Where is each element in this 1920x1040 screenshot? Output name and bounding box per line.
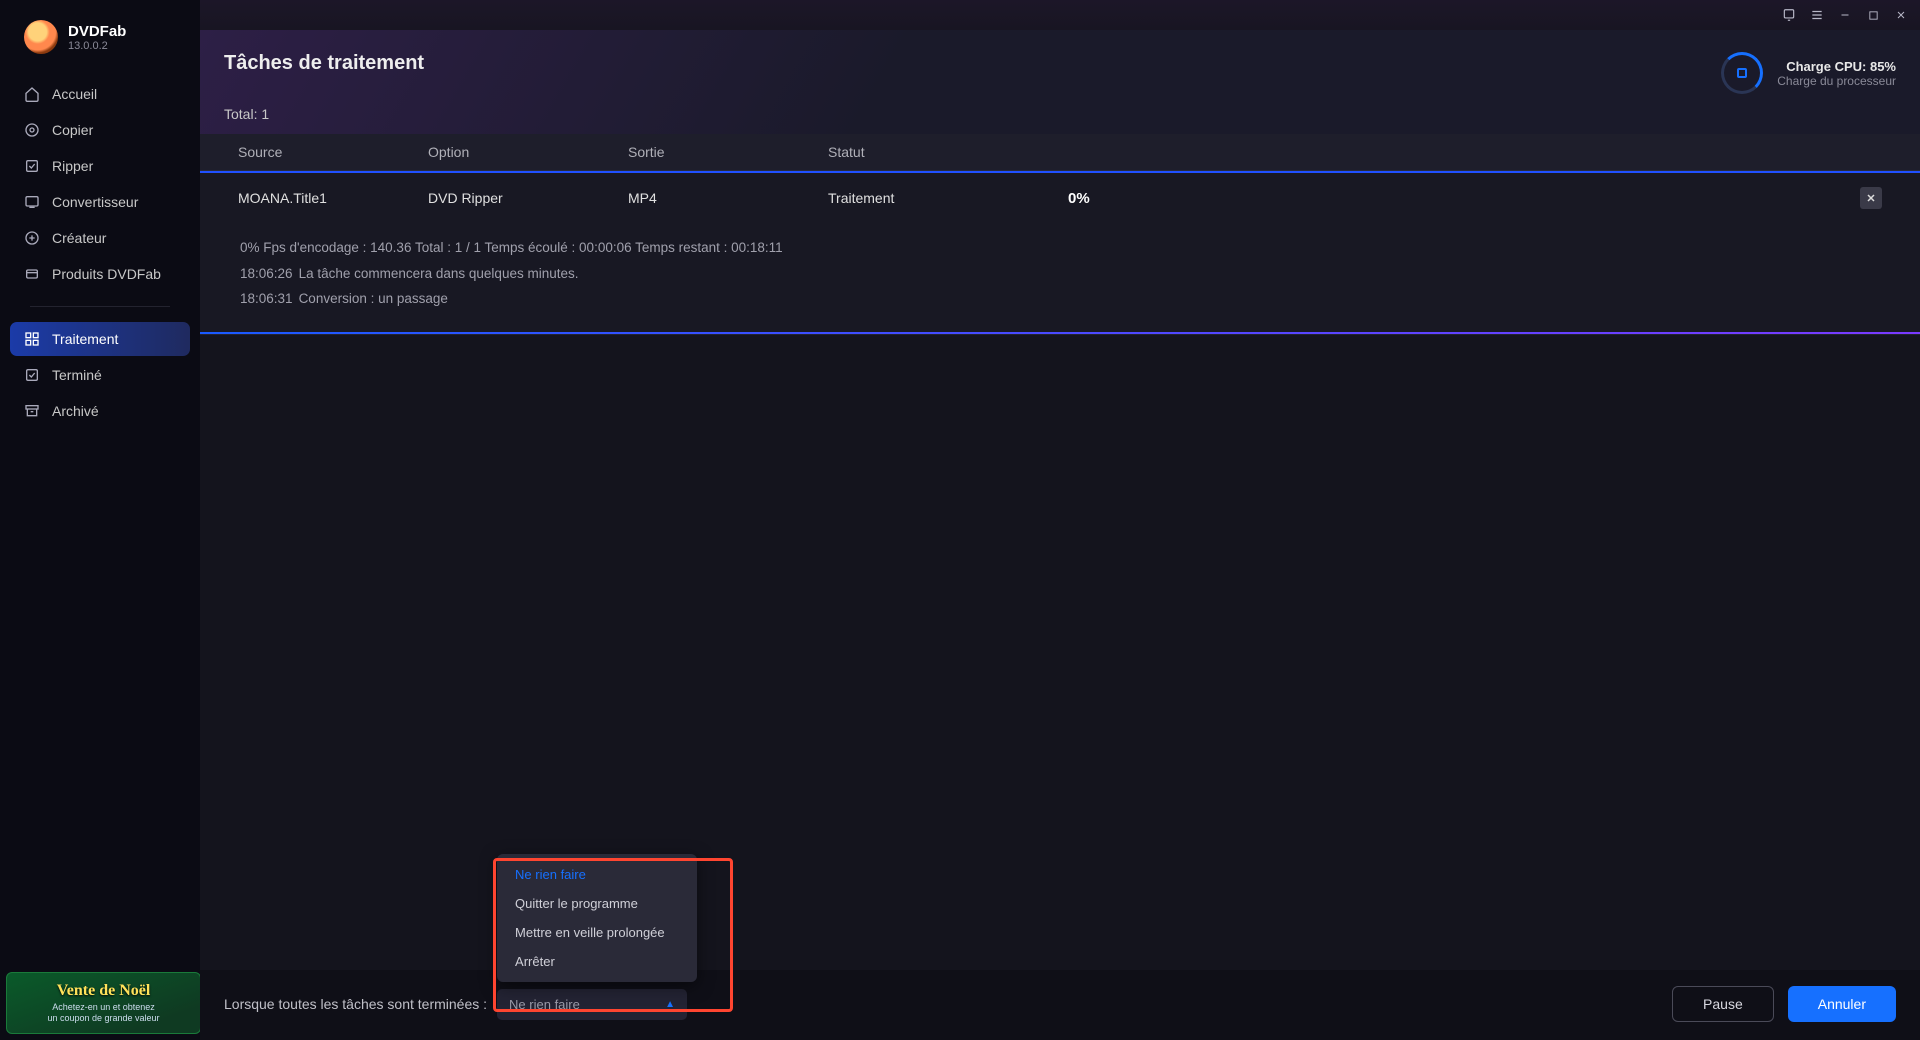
sidebar-item-label: Produits DVDFab <box>52 266 161 282</box>
sidebar-divider <box>30 306 170 307</box>
dropdown-display[interactable]: Ne rien faire ▲ <box>497 989 687 1020</box>
dropdown-option[interactable]: Mettre en veille prolongée <box>497 918 697 947</box>
cpu-block: Charge CPU: 85% Charge du processeur <box>1721 52 1896 94</box>
total-count: Total: 1 <box>200 102 1920 134</box>
table-header: Source Option Sortie Statut <box>200 134 1920 171</box>
main-panel: Tâches de traitement Charge CPU: 85% Cha… <box>200 0 1920 1040</box>
promo-subtitle: Achetez-en un et obtenez un coupon de gr… <box>47 1002 159 1024</box>
window-controls <box>200 0 1920 30</box>
sidebar-item-label: Accueil <box>52 86 97 102</box>
task-stats: 0% Fps d'encodage : 140.36 Total : 1 / 1… <box>240 235 1880 261</box>
stop-icon <box>1737 68 1747 78</box>
dropdown-option[interactable]: Ne rien faire <box>497 860 697 889</box>
brand-name: DVDFab <box>68 23 126 40</box>
col-option: Option <box>428 144 628 160</box>
sidebar-item-label: Créateur <box>52 230 106 246</box>
notify-icon[interactable] <box>1782 8 1796 22</box>
maximize-icon[interactable] <box>1866 8 1880 22</box>
sidebar-item-convertisseur[interactable]: Convertisseur <box>10 185 190 219</box>
done-icon <box>24 367 40 383</box>
sidebar: DVDFab 13.0.0.2 Accueil Copier Ripper Co… <box>0 0 200 1040</box>
products-icon <box>24 266 40 282</box>
pause-button[interactable]: Pause <box>1672 986 1774 1022</box>
cpu-sub: Charge du processeur <box>1777 74 1896 88</box>
page-title: Tâches de traitement <box>224 52 424 75</box>
sidebar-item-termine[interactable]: Terminé <box>10 358 190 392</box>
task-percent: 0% <box>1068 190 1090 207</box>
disc-icon <box>24 122 40 138</box>
sidebar-item-label: Copier <box>52 122 93 138</box>
brand-version: 13.0.0.2 <box>68 40 126 52</box>
after-tasks-label: Lorsque toutes les tâches sont terminées… <box>224 996 487 1012</box>
dropdown-menu: Ne rien faire Quitter le programme Mettr… <box>497 854 697 982</box>
col-output: Sortie <box>628 144 828 160</box>
create-icon <box>24 230 40 246</box>
task-output: MP4 <box>628 190 828 206</box>
task-close-button[interactable] <box>1860 187 1882 209</box>
convert-icon <box>24 194 40 210</box>
minimize-icon[interactable] <box>1838 8 1852 22</box>
log-line: 18:06:31Conversion : un passage <box>240 286 1880 312</box>
log-line: 18:06:26La tâche commencera dans quelque… <box>240 261 1880 287</box>
sidebar-item-label: Traitement <box>52 331 118 347</box>
sidebar-item-label: Archivé <box>52 403 99 419</box>
sidebar-item-archive[interactable]: Archivé <box>10 394 190 428</box>
home-icon <box>24 86 40 102</box>
col-source: Source <box>238 144 428 160</box>
after-tasks-dropdown[interactable]: Ne rien faire Quitter le programme Mettr… <box>497 989 687 1020</box>
cpu-ring-icon[interactable] <box>1721 52 1763 94</box>
chevron-up-icon: ▲ <box>665 999 675 1010</box>
task-log: 0% Fps d'encodage : 140.36 Total : 1 / 1… <box>200 223 1920 334</box>
sidebar-item-label: Terminé <box>52 367 102 383</box>
sidebar-item-traitement[interactable]: Traitement <box>10 322 190 356</box>
ripper-icon <box>24 158 40 174</box>
task-source: MOANA.Title1 <box>238 190 428 206</box>
archive-icon <box>24 403 40 419</box>
sidebar-item-ripper[interactable]: Ripper <box>10 149 190 183</box>
footer-bar: Lorsque toutes les tâches sont terminées… <box>200 970 1920 1040</box>
sidebar-item-createur[interactable]: Créateur <box>10 221 190 255</box>
cpu-load: Charge CPU: 85% <box>1777 59 1896 74</box>
processing-icon <box>24 331 40 347</box>
col-status: Statut <box>828 144 1068 160</box>
promo-title: Vente de Noël <box>57 982 151 1000</box>
promo-banner[interactable]: Vente de Noël Achetez-en un et obtenez u… <box>6 972 201 1034</box>
sidebar-item-label: Convertisseur <box>52 194 138 210</box>
dropdown-option[interactable]: Quitter le programme <box>497 889 697 918</box>
brand-logo-icon <box>24 20 58 54</box>
task-row: MOANA.Title1 DVD Ripper MP4 Traitement 0… <box>200 171 1920 335</box>
task-status: Traitement <box>828 190 1068 206</box>
cancel-button[interactable]: Annuler <box>1788 986 1896 1022</box>
sidebar-item-accueil[interactable]: Accueil <box>10 77 190 111</box>
close-icon[interactable] <box>1894 8 1908 22</box>
brand-block: DVDFab 13.0.0.2 <box>0 10 200 72</box>
sidebar-item-copier[interactable]: Copier <box>10 113 190 147</box>
sidebar-nav: Accueil Copier Ripper Convertisseur Créa… <box>0 72 200 433</box>
menu-icon[interactable] <box>1810 8 1824 22</box>
sidebar-item-produits[interactable]: Produits DVDFab <box>10 257 190 291</box>
sidebar-item-label: Ripper <box>52 158 93 174</box>
task-option: DVD Ripper <box>428 190 628 206</box>
dropdown-option[interactable]: Arrêter <box>497 947 697 976</box>
